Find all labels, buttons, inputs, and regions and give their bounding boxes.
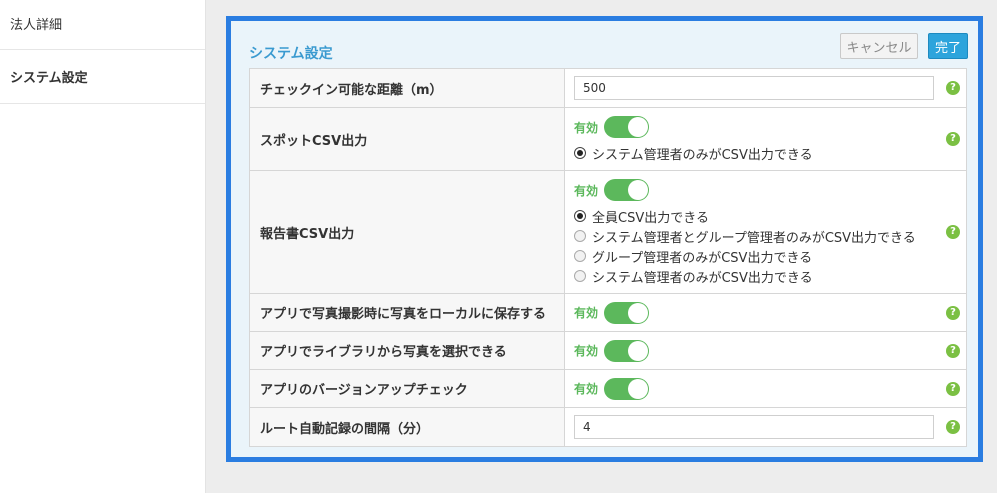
toggle-state-label: 有効 <box>574 382 599 396</box>
setting-label: アプリでライブラリから写真を選択できる <box>249 331 565 370</box>
library-select-toggle[interactable] <box>604 339 650 362</box>
setting-label: アプリで写真撮影時に写真をローカルに保存する <box>249 293 565 332</box>
route-interval-input[interactable] <box>574 415 934 439</box>
setting-label: アプリのバージョンアップチェック <box>249 369 565 408</box>
toggle-group: 有効 <box>574 178 966 202</box>
help-icon[interactable]: ? <box>946 132 960 146</box>
toggle-knob <box>628 302 649 323</box>
sidebar-item-corporate-details[interactable]: 法人詳細 <box>0 0 205 50</box>
sidebar: 法人詳細 システム設定 <box>0 0 206 493</box>
setting-label: ルート自動記録の間隔（分） <box>249 407 565 447</box>
setting-value: 有効 ? <box>564 293 967 332</box>
settings-table: チェックイン可能な距離（m） ? スポットCSV出力 有効 システム管理者のみ <box>249 68 967 447</box>
toggle-group: 有効 <box>574 115 966 139</box>
radio-label: グループ管理者のみがCSV出力できる <box>592 250 813 266</box>
help-icon[interactable]: ? <box>946 81 960 95</box>
radio-option[interactable]: システム管理者のみがCSV出力できる <box>574 143 966 163</box>
radio-button[interactable] <box>574 270 586 282</box>
done-button[interactable]: 完了 <box>928 33 968 59</box>
radio-option[interactable]: システム管理者のみがCSV出力できる <box>574 266 966 286</box>
radio-label: 全員CSV出力できる <box>592 210 709 226</box>
setting-value: ? <box>564 68 967 108</box>
save-local-toggle[interactable] <box>604 301 650 324</box>
system-settings-panel: システム設定 キャンセル 完了 チェックイン可能な距離（m） ? スポットCSV… <box>226 16 983 462</box>
spot-csv-toggle[interactable] <box>604 116 650 138</box>
toggle-state-label: 有効 <box>574 183 599 198</box>
setting-value: 有効 ? <box>564 331 967 370</box>
help-icon[interactable]: ? <box>946 225 960 239</box>
toggle-knob <box>628 378 649 399</box>
radio-label: システム管理者のみがCSV出力できる <box>592 147 813 163</box>
radio-button[interactable] <box>574 250 586 262</box>
radio-option[interactable]: 全員CSV出力できる <box>574 206 966 226</box>
setting-label: スポットCSV出力 <box>249 107 565 171</box>
setting-row-checkin-distance: チェックイン可能な距離（m） ? <box>249 68 967 108</box>
setting-row-save-local: アプリで写真撮影時に写真をローカルに保存する 有効 ? <box>249 293 967 332</box>
toggle-group: 有効 <box>574 339 966 363</box>
radio-label: システム管理者のみがCSV出力できる <box>592 270 813 286</box>
setting-label: チェックイン可能な距離（m） <box>249 68 565 108</box>
checkin-distance-input[interactable] <box>574 76 934 100</box>
setting-value: 有効 システム管理者のみがCSV出力できる ? <box>564 107 967 171</box>
radio-option[interactable]: グループ管理者のみがCSV出力できる <box>574 246 966 266</box>
help-icon[interactable]: ? <box>946 305 960 320</box>
setting-row-library-select: アプリでライブラリから写真を選択できる 有効 ? <box>249 331 967 370</box>
version-check-toggle[interactable] <box>604 377 650 400</box>
setting-row-spot-csv: スポットCSV出力 有効 システム管理者のみがCSV出力できる ? <box>249 107 967 171</box>
toggle-group: 有効 <box>574 301 966 325</box>
toggle-knob <box>628 117 649 137</box>
sidebar-item-system-settings[interactable]: システム設定 <box>0 50 205 104</box>
toggle-group: 有効 <box>574 377 966 401</box>
setting-value: ? <box>564 407 967 447</box>
panel-title: システム設定 <box>249 46 333 62</box>
radio-option[interactable]: システム管理者とグループ管理者のみがCSV出力できる <box>574 226 966 246</box>
setting-row-report-csv: 報告書CSV出力 有効 全員CSV出力できる システム管理者とグループ管理者のみ… <box>249 170 967 294</box>
radio-label: システム管理者とグループ管理者のみがCSV出力できる <box>592 230 916 246</box>
setting-row-version-check: アプリのバージョンアップチェック 有効 ? <box>249 369 967 408</box>
sidebar-item-label: 法人詳細 <box>10 18 63 33</box>
sidebar-item-label: システム設定 <box>10 71 88 86</box>
report-csv-toggle[interactable] <box>604 179 650 201</box>
radio-button[interactable] <box>574 230 586 242</box>
toggle-knob <box>628 340 649 361</box>
setting-row-route-interval: ルート自動記録の間隔（分） ? <box>249 407 967 447</box>
help-icon[interactable]: ? <box>946 343 960 358</box>
setting-value: 有効 全員CSV出力できる システム管理者とグループ管理者のみがCSV出力できる… <box>564 170 967 294</box>
toggle-knob <box>628 180 649 200</box>
radio-button-selected[interactable] <box>574 210 586 222</box>
cancel-button[interactable]: キャンセル <box>840 33 918 59</box>
toggle-state-label: 有効 <box>574 120 599 135</box>
toggle-state-label: 有効 <box>574 344 599 358</box>
help-icon[interactable]: ? <box>946 381 960 396</box>
setting-value: 有効 ? <box>564 369 967 408</box>
setting-label: 報告書CSV出力 <box>249 170 565 294</box>
toggle-state-label: 有効 <box>574 306 599 320</box>
main-area: システム設定 キャンセル 完了 チェックイン可能な距離（m） ? スポットCSV… <box>206 0 997 493</box>
help-icon[interactable]: ? <box>946 420 960 434</box>
radio-button-selected[interactable] <box>574 147 586 159</box>
